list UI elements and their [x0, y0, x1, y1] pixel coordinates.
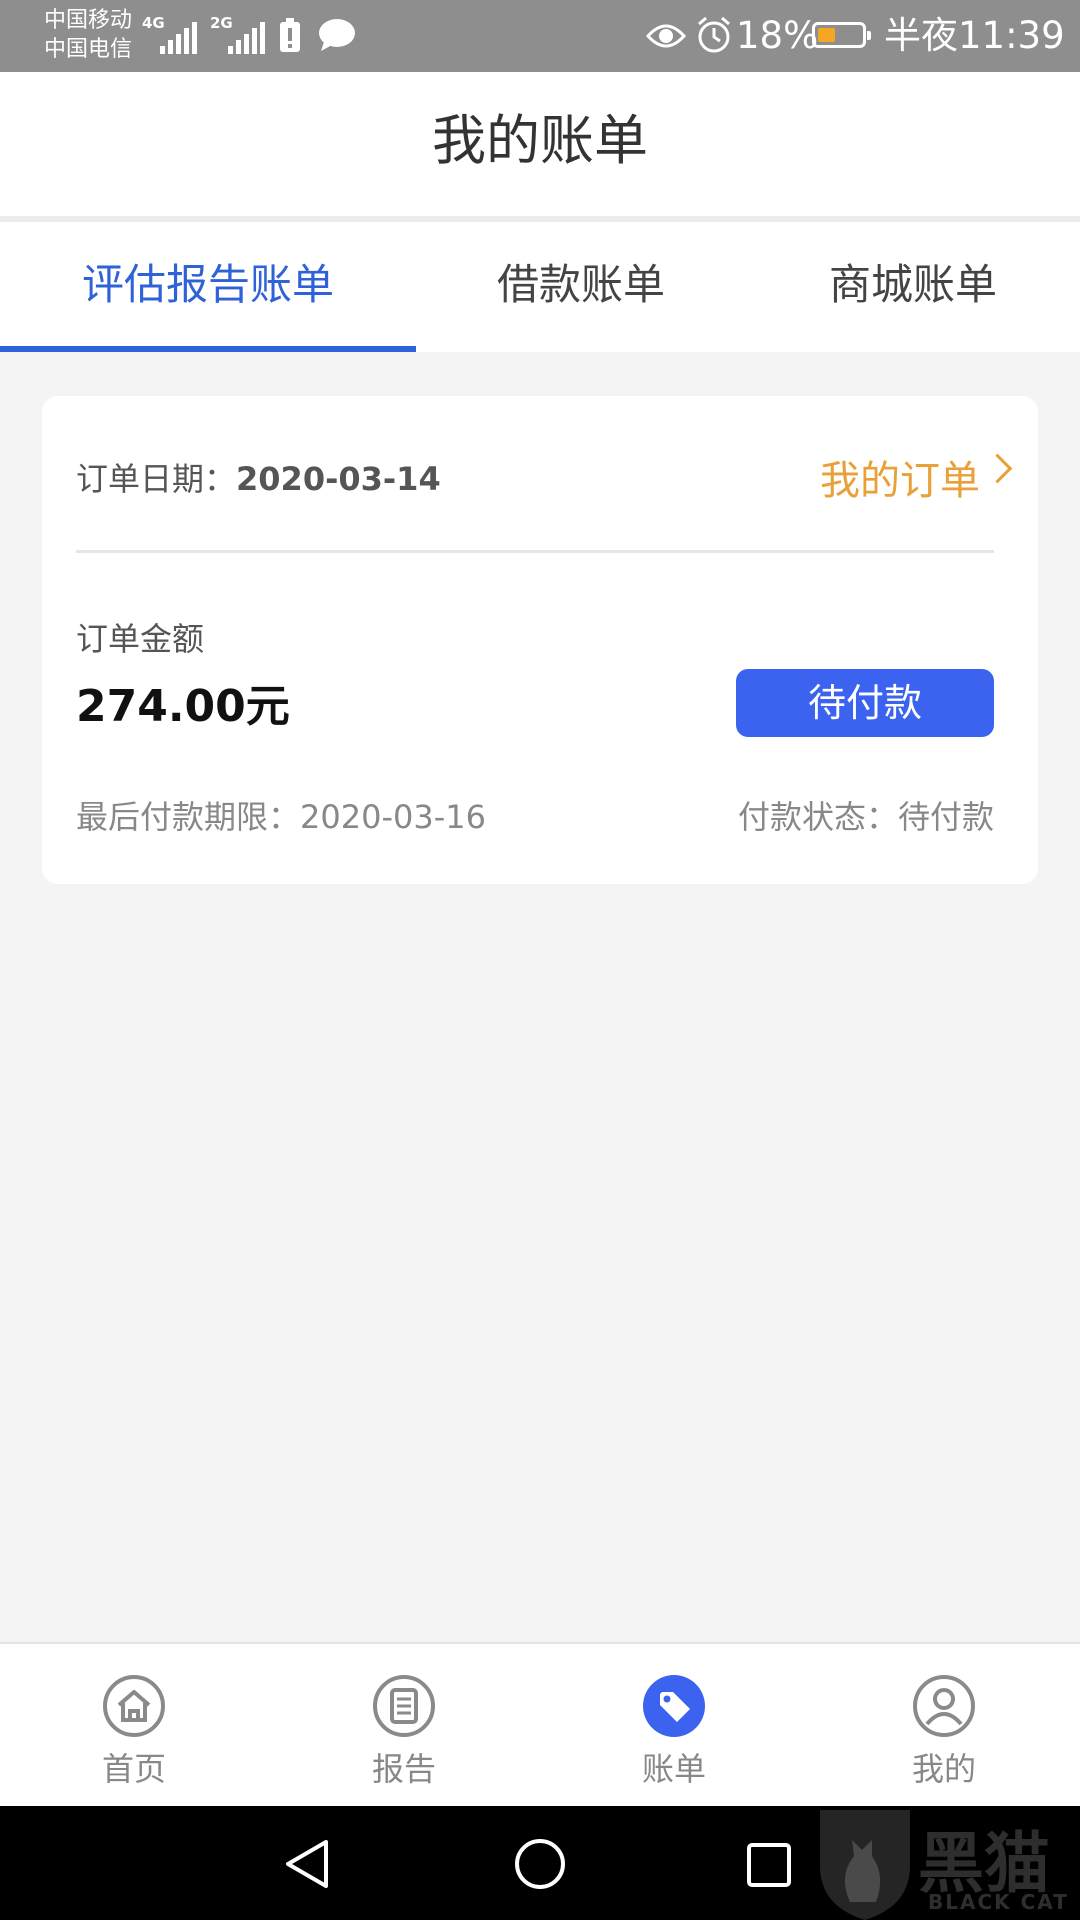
bill-card: 订单日期：2020-03-14 我的订单 订单金额 274.00元 待付款 最后… [42, 396, 1038, 884]
screen: 中国移动 中国电信 4G 2G 18% 半夜11:39 我的账单 评估报告账单 … [0, 0, 1080, 1920]
card-divider [76, 550, 994, 553]
payment-status-value: 待付款 [897, 798, 994, 836]
tab-assessment-report-bill[interactable]: 评估报告账单 [0, 222, 416, 352]
battery-alert-icon [280, 18, 300, 52]
app-header: 我的账单 [0, 72, 1080, 216]
tag-icon [643, 1675, 705, 1737]
user-icon [913, 1675, 975, 1737]
battery-icon [812, 22, 871, 48]
signal-1-icon: 4G [142, 14, 202, 54]
order-date: 订单日期：2020-03-14 [76, 454, 441, 500]
payment-status: 付款状态：待付款 [738, 792, 994, 838]
chevron-right-icon[interactable] [982, 453, 1013, 484]
nav-report-label: 报告 [371, 1750, 436, 1788]
nav-bill-label: 账单 [641, 1750, 706, 1788]
message-icon [319, 19, 355, 51]
battery-percent: 18% [736, 14, 819, 57]
order-amount-label: 订单金额 [76, 620, 205, 658]
status-bar: 中国移动 中国电信 4G 2G 18% 半夜11:39 [0, 0, 1080, 72]
carrier-1: 中国移动 [44, 8, 133, 33]
signal-2-icon: 2G [210, 14, 270, 54]
nav-report[interactable]: 报告 [334, 1644, 474, 1808]
my-orders-link[interactable]: 我的订单 [820, 448, 980, 506]
home-icon [103, 1675, 165, 1737]
payment-deadline-label: 最后付款期限： [76, 798, 301, 836]
home-circle-icon[interactable] [514, 1838, 566, 1890]
black-cat-logo-icon [820, 1810, 910, 1920]
active-tab-indicator [0, 346, 416, 352]
carrier-info: 中国移动 中国电信 [44, 6, 132, 64]
order-date-value: 2020-03-14 [236, 460, 441, 498]
bill-tabs: 评估报告账单 借款账单 商城账单 [0, 222, 1080, 352]
clock: 半夜11:39 [884, 14, 1065, 57]
watermark-subtext: BLACK CAT [928, 1890, 1069, 1914]
nav-mine[interactable]: 我的 [874, 1644, 1014, 1808]
nav-home[interactable]: 首页 [64, 1644, 204, 1808]
back-icon[interactable] [284, 1838, 330, 1890]
carrier-2: 中国电信 [44, 37, 133, 62]
nav-bill[interactable]: 账单 [604, 1644, 744, 1808]
payment-status-label: 付款状态： [737, 798, 898, 836]
payment-deadline: 最后付款期限：2020-03-16 [76, 792, 486, 838]
nav-mine-label: 我的 [911, 1750, 976, 1788]
tab-mall-bill[interactable]: 商城账单 [746, 222, 1080, 352]
payment-deadline-value: 2020-03-16 [300, 798, 486, 836]
bottom-nav: 首页 报告 账单 我的 [0, 1642, 1080, 1808]
order-amount: 274.00元 [76, 681, 290, 732]
recents-icon[interactable] [746, 1842, 792, 1888]
order-date-label: 订单日期： [76, 460, 237, 498]
watermark: 黑猫 BLACK CAT [810, 1806, 1080, 1920]
alarm-icon [698, 16, 730, 53]
eye-icon [646, 24, 686, 48]
report-icon [373, 1675, 435, 1737]
pay-button[interactable]: 待付款 [736, 669, 994, 737]
nav-home-label: 首页 [101, 1750, 166, 1788]
tab-loan-bill[interactable]: 借款账单 [416, 222, 746, 352]
page-title: 我的账单 [432, 109, 648, 172]
